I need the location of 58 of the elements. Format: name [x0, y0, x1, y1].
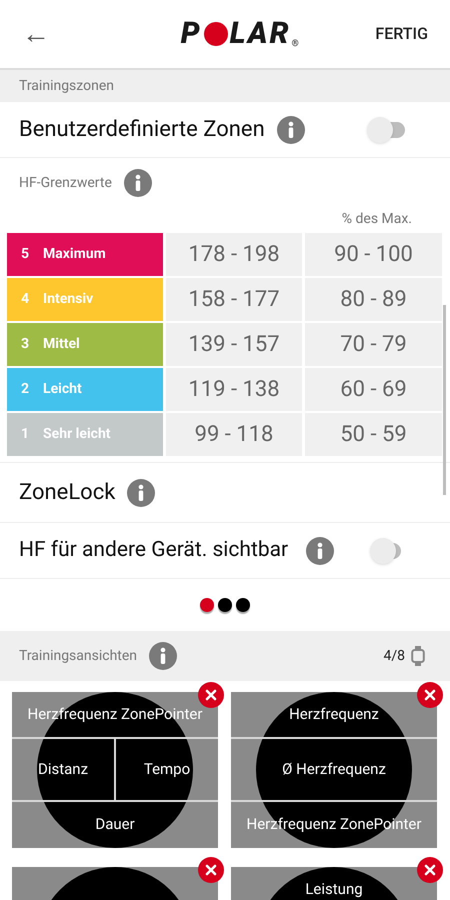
- bpm-cell: 178 - 198: [166, 233, 302, 276]
- percent-cell: 50 - 59: [305, 413, 442, 456]
- info-icon[interactable]: [276, 116, 305, 144]
- close-icon: [424, 864, 436, 876]
- hr-limits-label: HF-Grenzwerte: [19, 174, 112, 192]
- close-icon: [424, 689, 436, 701]
- section-title: Trainingsansichten: [19, 646, 138, 666]
- close-icon: [205, 689, 217, 701]
- view-field-label: Ø Herzfrequenz: [282, 759, 386, 780]
- zone-number: 3: [21, 335, 30, 354]
- view-field-label: Herzfrequenz ZonePointer: [28, 704, 202, 726]
- bpm-cell: 158 - 177: [166, 278, 302, 321]
- zone-number: 1: [21, 425, 30, 444]
- zone-name: Leicht: [43, 380, 82, 399]
- setting-label: Benutzerdefinierte Zonen: [19, 116, 265, 144]
- training-view-card[interactable]: [231, 692, 437, 848]
- toggle-switch[interactable]: [370, 538, 404, 564]
- back-button[interactable]: ←: [22, 20, 50, 48]
- zone-name: Intensiv: [43, 290, 94, 309]
- view-field-label: Dauer: [95, 814, 135, 835]
- setting-label: ZoneLock: [19, 479, 116, 507]
- view-field-label: Herzfrequenz: [289, 704, 379, 726]
- remove-button[interactable]: [198, 857, 224, 883]
- info-icon[interactable]: [124, 169, 152, 197]
- view-field-label: Leistung: [305, 879, 363, 900]
- info-icon[interactable]: [149, 642, 178, 670]
- view-field-label: Distanz: [38, 759, 88, 780]
- close-icon: [205, 864, 217, 876]
- view-count: 4/8: [383, 646, 405, 666]
- training-view-card[interactable]: [12, 692, 218, 848]
- done-button[interactable]: FERTIG: [375, 22, 428, 46]
- watch-icon: [411, 645, 425, 667]
- scrollbar[interactable]: [443, 305, 446, 495]
- remove-button[interactable]: [417, 682, 443, 708]
- percent-cell: 70 - 79: [305, 323, 442, 366]
- zone-number: 4: [21, 290, 30, 309]
- bpm-cell: 99 - 118: [166, 413, 302, 456]
- bpm-cell: 139 - 157: [166, 323, 302, 366]
- remove-button[interactable]: [417, 857, 443, 883]
- zone-number: 5: [21, 245, 30, 264]
- toggle-switch[interactable]: [367, 116, 407, 142]
- polar-logo: P LAR®: [180, 19, 301, 49]
- info-icon[interactable]: [127, 478, 156, 506]
- percent-cell: 60 - 69: [305, 368, 442, 411]
- view-field-label: Herzfrequenz ZonePointer: [246, 814, 422, 835]
- section-title: Trainingszonen: [19, 76, 114, 96]
- remove-button[interactable]: [198, 682, 224, 708]
- setting-label: HF für andere Gerät. sichtbar: [19, 536, 288, 564]
- view-field-label: Tempo: [144, 759, 190, 780]
- percent-cell: 90 - 100: [305, 233, 442, 276]
- zone-number: 2: [21, 380, 30, 399]
- zone-name: Mittel: [43, 335, 80, 354]
- column-header: % des Max.: [342, 210, 412, 228]
- info-icon[interactable]: [306, 536, 334, 564]
- percent-cell: 80 - 89: [305, 278, 442, 321]
- zone-name: Sehr leicht: [43, 425, 111, 444]
- zone-name: Maximum: [43, 245, 106, 264]
- bpm-cell: 119 - 138: [166, 368, 302, 411]
